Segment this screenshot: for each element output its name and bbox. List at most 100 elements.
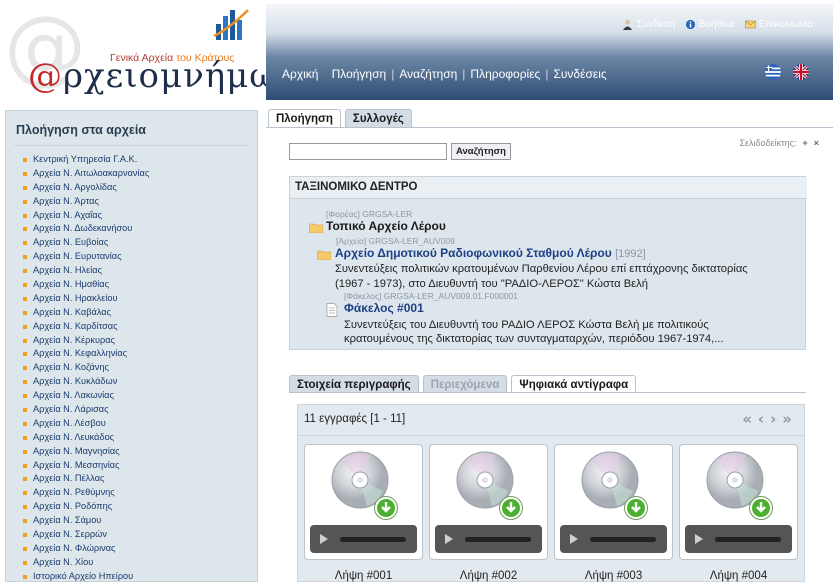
- sidebar-item[interactable]: Αρχεία Ν. Κυκλάδων: [23, 375, 149, 389]
- login-link[interactable]: Σύνδεση: [622, 19, 675, 30]
- sidebar-item[interactable]: Αρχεία Ν. Λευκάδος: [23, 431, 149, 445]
- folder-icon: [309, 223, 323, 233]
- search-button[interactable]: Αναζήτηση: [451, 143, 511, 160]
- audio-player[interactable]: [560, 525, 667, 553]
- first-page-icon[interactable]: «: [742, 410, 752, 428]
- progress-bar[interactable]: [465, 537, 531, 542]
- contact-link[interactable]: Επικοινωνία: [744, 19, 813, 30]
- archive-description-line1: Συνεντεύξεις πολιτικών κρατουμένων Παρθε…: [335, 263, 748, 275]
- media-card[interactable]: [554, 444, 673, 560]
- download-icon[interactable]: [625, 497, 647, 519]
- tree-node-agency[interactable]: Τοπικό Αρχείο Λέρου: [326, 219, 446, 233]
- tab-description[interactable]: Στοιχεία περιγραφής: [289, 375, 419, 393]
- next-page-icon[interactable]: ›: [770, 410, 776, 428]
- search-input[interactable]: [289, 143, 447, 160]
- archive-description-line2: (1967 - 1973), στο Διευθυντή του "ΡΑΔΙΟ-…: [335, 278, 648, 290]
- sidebar-item[interactable]: Αρχεία Ν. Κεφαλληνίας: [23, 347, 149, 361]
- play-icon[interactable]: [320, 534, 328, 544]
- sidebar-item[interactable]: Αρχεία Ν. Αχαΐας: [23, 209, 149, 223]
- sidebar-item[interactable]: Αρχεία Ν. Ηλείας: [23, 264, 149, 278]
- tab-collections[interactable]: Συλλογές: [344, 109, 412, 127]
- tab-browse[interactable]: Πλοήγηση: [268, 109, 341, 127]
- panel-divider: [298, 435, 804, 436]
- greek-flag-icon[interactable]: [765, 64, 781, 80]
- download-icon[interactable]: [375, 497, 397, 519]
- folder-description-line2: κρατουμένους της δικτατορίας των συνταγμ…: [344, 333, 724, 345]
- taxonomy-tree: ΤΑΞΙΝΟΜΙΚΟ ΔΕΝΤΡΟ [Φορέας] GRGSA-LER Τοπ…: [289, 176, 807, 350]
- audio-player[interactable]: [310, 525, 417, 553]
- play-icon[interactable]: [445, 534, 453, 544]
- media-label[interactable]: Λήψη #004: [679, 570, 798, 582]
- main-nav: Αρχική | Πλοήγηση | Αναζήτηση | Πληροφορ…: [282, 67, 607, 81]
- media-card[interactable]: [429, 444, 548, 560]
- sidebar-item[interactable]: Αρχεία Ν. Αργολίδας: [23, 181, 149, 195]
- sidebar-divider: [14, 145, 249, 146]
- sidebar-item[interactable]: Αρχεία Ν. Καρδίτσας: [23, 320, 149, 334]
- play-icon[interactable]: [570, 534, 578, 544]
- media-card[interactable]: [679, 444, 798, 560]
- info-icon: [685, 19, 696, 30]
- nav-separator: |: [391, 67, 395, 81]
- tree-node-meta: [Φάκελος] GRGSA-LER_AUV009.01.F000001: [344, 291, 518, 301]
- tree-node-folder[interactable]: Φάκελος #001: [344, 301, 424, 315]
- bookmark-label: Σελιδοδείκτης:: [739, 138, 797, 148]
- sidebar-item[interactable]: Κεντρική Υπηρεσία Γ.Α.Κ.: [23, 153, 149, 167]
- nav-search[interactable]: Αναζήτηση: [399, 67, 457, 81]
- top-links: Σύνδεση Βοήθεια Επικοινωνία: [622, 19, 813, 30]
- media-label[interactable]: Λήψη #003: [554, 570, 673, 582]
- nav-home[interactable]: Αρχική: [282, 67, 318, 81]
- download-icon[interactable]: [500, 497, 522, 519]
- sidebar-item[interactable]: Αρχεία Ν. Ευβοίας: [23, 236, 149, 250]
- sidebar-item[interactable]: Αρχεία Ν. Άρτας: [23, 195, 149, 209]
- pager: « ‹ › »: [742, 410, 792, 428]
- media-label[interactable]: Λήψη #002: [429, 570, 548, 582]
- nav-links[interactable]: Συνδέσεις: [553, 67, 606, 81]
- user-icon: [623, 19, 633, 30]
- sidebar-item[interactable]: Αρχεία Ν. Δωδεκανήσου: [23, 222, 149, 236]
- sidebar-item[interactable]: Αρχεία Ν. Πέλλας: [23, 472, 149, 486]
- sidebar-item[interactable]: Αρχεία Ν. Ηρακλείου: [23, 292, 149, 306]
- sidebar-item[interactable]: Αρχεία Ν. Λάρισας: [23, 403, 149, 417]
- prev-page-icon[interactable]: ‹: [758, 410, 764, 428]
- sidebar-item[interactable]: Αρχεία Ν. Ροδόπης: [23, 500, 149, 514]
- sidebar-item[interactable]: Αρχεία Ν. Κοζάνης: [23, 361, 149, 375]
- sidebar-item[interactable]: Αρχεία Ν. Λακωνίας: [23, 389, 149, 403]
- bookmark-add-icon[interactable]: +: [802, 138, 807, 148]
- sidebar-item[interactable]: Αρχεία Ν. Αιτωλοακαρνανίας: [23, 167, 149, 181]
- progress-bar[interactable]: [590, 537, 656, 542]
- sidebar-item[interactable]: Αρχεία Ν. Κέρκυρας: [23, 334, 149, 348]
- progress-bar[interactable]: [340, 537, 406, 542]
- tree-node-archive[interactable]: Αρχείο Δημοτικού Ραδιοφωνικού Σταθμού Λέ…: [335, 246, 646, 260]
- last-page-icon[interactable]: »: [782, 410, 792, 428]
- sidebar-item[interactable]: Αρχεία Ν. Σάμου: [23, 514, 149, 528]
- sidebar-item[interactable]: Αρχεία Ν. Σερρών: [23, 528, 149, 542]
- sidebar-item[interactable]: Αρχεία Ν. Μαγνησίας: [23, 445, 149, 459]
- logo-brand: @ρχειομνήμων: [28, 56, 300, 96]
- logo[interactable]: @ Γενικά Αρχεία του Κράτους @ρχειομνήμων: [0, 0, 299, 104]
- audio-player[interactable]: [685, 525, 792, 553]
- tab-digital-copies[interactable]: Ψηφιακά αντίγραφα: [511, 375, 637, 393]
- media-label[interactable]: Λήψη #001: [304, 570, 423, 582]
- download-icon[interactable]: [750, 497, 772, 519]
- archive-year: [1992]: [615, 248, 646, 260]
- bookmark-remove-icon[interactable]: ×: [814, 138, 819, 148]
- sidebar-item[interactable]: Αρχεία Ν. Ημαθίας: [23, 278, 149, 292]
- uk-flag-icon[interactable]: [793, 64, 809, 80]
- sidebar-item[interactable]: Αρχεία Ν. Μεσσηνίας: [23, 459, 149, 473]
- progress-bar[interactable]: [715, 537, 781, 542]
- sidebar-item[interactable]: Αρχεία Ν. Λέσβου: [23, 417, 149, 431]
- audio-player[interactable]: [435, 525, 542, 553]
- nav-separator: |: [462, 67, 466, 81]
- sidebar-item[interactable]: Αρχεία Ν. Ευρυτανίας: [23, 250, 149, 264]
- nav-browse[interactable]: Πλοήγηση: [332, 67, 387, 81]
- nav-info[interactable]: Πληροφορίες: [470, 67, 540, 81]
- sidebar-item[interactable]: Αρχεία Ν. Ρεθύμνης: [23, 486, 149, 500]
- sidebar-item[interactable]: Αρχεία Ν. Χίου: [23, 556, 149, 570]
- language-flags: [765, 64, 809, 80]
- media-card[interactable]: [304, 444, 423, 560]
- tab-underline: [266, 127, 833, 128]
- play-icon[interactable]: [695, 534, 703, 544]
- sidebar-item[interactable]: Αρχεία Ν. Φλώρινας: [23, 542, 149, 556]
- sidebar-item[interactable]: Αρχεία Ν. Καβάλας: [23, 306, 149, 320]
- help-link[interactable]: Βοήθεια: [685, 19, 735, 30]
